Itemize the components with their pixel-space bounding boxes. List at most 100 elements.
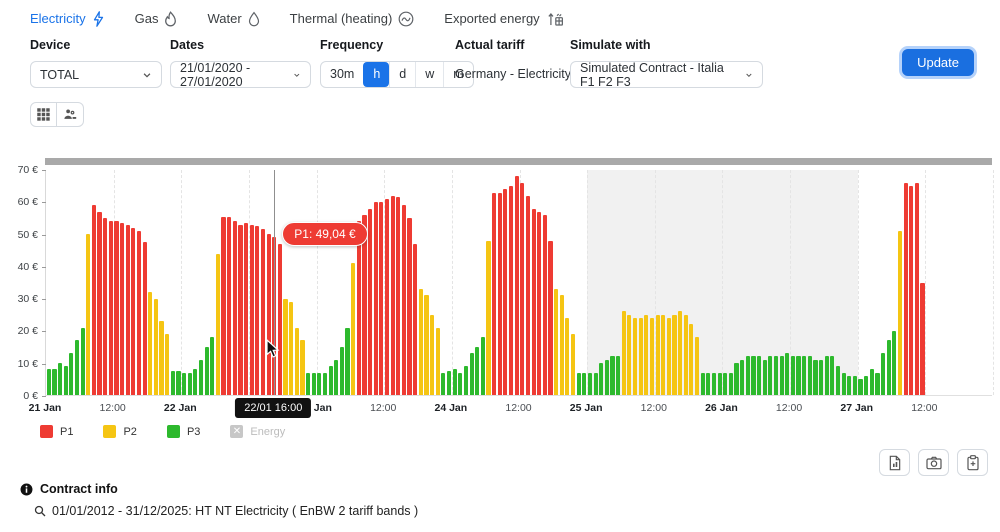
bar-p2[interactable] (430, 314, 435, 395)
bar-p3[interactable] (322, 372, 328, 395)
bar-p3[interactable] (610, 356, 615, 395)
bar-p1[interactable] (396, 197, 401, 395)
bar-p1[interactable] (238, 224, 243, 395)
bar-p3[interactable] (802, 356, 807, 395)
bar-p1[interactable] (97, 211, 102, 395)
bar-p1[interactable] (120, 223, 125, 395)
bar-p3[interactable] (193, 369, 198, 395)
bar-p3[interactable] (458, 372, 463, 395)
bar-p3[interactable] (616, 356, 621, 395)
magnifier-icon[interactable] (34, 505, 46, 517)
chart-view-button[interactable] (57, 102, 84, 127)
bar-p2[interactable] (655, 314, 660, 395)
bar-p3[interactable] (700, 372, 705, 395)
bar-p3[interactable] (880, 353, 886, 395)
bar-p3[interactable] (599, 362, 604, 395)
tab-water[interactable]: Water (207, 11, 259, 27)
bar-p3[interactable] (582, 372, 587, 395)
bar-p3[interactable] (824, 356, 829, 395)
bar-p1[interactable] (142, 242, 147, 395)
bar-p3[interactable] (317, 372, 322, 395)
bar-p3[interactable] (841, 372, 846, 395)
bar-p2[interactable] (897, 231, 903, 395)
legend-item-p1[interactable]: P1 (40, 425, 73, 438)
bar-p3[interactable] (785, 353, 790, 395)
bar-p1[interactable] (221, 216, 226, 395)
bar-p1[interactable] (136, 231, 142, 395)
bar-p1[interactable] (508, 186, 514, 395)
bar-p3[interactable] (210, 337, 215, 395)
bar-p1[interactable] (108, 221, 113, 395)
bar-p3[interactable] (734, 362, 739, 395)
bar-p1[interactable] (227, 216, 232, 395)
export-data-button[interactable] (957, 449, 988, 476)
export-file-button[interactable] (879, 449, 910, 476)
bar-p2[interactable] (289, 301, 294, 395)
bar-p2[interactable] (672, 314, 677, 395)
frequency-option-w[interactable]: w (415, 62, 443, 87)
bar-p1[interactable] (525, 195, 531, 395)
bar-p2[interactable] (424, 295, 429, 395)
bar-p3[interactable] (74, 340, 80, 395)
bar-p2[interactable] (694, 337, 700, 395)
bar-p3[interactable] (441, 372, 446, 395)
bar-p3[interactable] (869, 369, 874, 395)
bar-p3[interactable] (80, 327, 85, 395)
bar-p1[interactable] (368, 208, 373, 395)
legend-item-energy[interactable]: ✕ Energy (230, 425, 285, 438)
frequency-option-d[interactable]: d (389, 62, 415, 87)
table-view-button[interactable] (30, 102, 57, 127)
bar-p2[interactable] (683, 314, 688, 395)
bar-p3[interactable] (306, 372, 311, 395)
bar-p1[interactable] (244, 223, 249, 395)
bar-p3[interactable] (892, 330, 897, 395)
legend-item-p2[interactable]: P2 (103, 425, 137, 438)
simulate-with-select[interactable]: Simulated Contract - Italia F1 F2 F3 (570, 61, 763, 89)
bar-p3[interactable] (835, 366, 841, 395)
bar-p3[interactable] (480, 337, 485, 395)
tab-thermal-heating-[interactable]: Thermal (heating) (290, 11, 415, 27)
bar-p3[interactable] (204, 346, 209, 395)
dates-select[interactable]: 21/01/2020 - 27/01/2020 (170, 61, 311, 89)
bar-p2[interactable] (435, 327, 440, 395)
bar-p3[interactable] (170, 370, 175, 395)
bar-p1[interactable] (356, 221, 361, 395)
bar-p3[interactable] (334, 359, 339, 395)
bar-p3[interactable] (469, 353, 474, 395)
bar-p2[interactable] (283, 298, 288, 395)
bar-p2[interactable] (148, 292, 153, 395)
bar-p1[interactable] (114, 221, 119, 395)
bar-p3[interactable] (830, 356, 835, 395)
bar-p3[interactable] (762, 359, 767, 395)
bar-p2[interactable] (666, 317, 671, 395)
bar-p1[interactable] (384, 198, 390, 395)
bar-p1[interactable] (277, 243, 282, 395)
bar-p2[interactable] (570, 333, 576, 395)
bar-p3[interactable] (847, 375, 852, 395)
bar-p3[interactable] (345, 327, 350, 395)
bar-p2[interactable] (649, 317, 655, 395)
bar-p3[interactable] (852, 375, 857, 395)
bar-p3[interactable] (452, 369, 457, 395)
bar-p2[interactable] (153, 298, 158, 395)
bar-p3[interactable] (176, 370, 181, 395)
bar-p3[interactable] (587, 372, 593, 395)
bar-p2[interactable] (294, 327, 299, 395)
legend-item-p3[interactable]: P3 (166, 425, 200, 438)
bar-p1[interactable] (503, 189, 508, 395)
bar-p1[interactable] (266, 234, 271, 395)
bar-p3[interactable] (790, 356, 795, 395)
bar-p2[interactable] (418, 288, 423, 395)
bar-p2[interactable] (638, 317, 643, 395)
bar-p3[interactable] (604, 359, 609, 395)
bar-p3[interactable] (69, 353, 74, 395)
bar-p3[interactable] (768, 356, 773, 395)
bar-p3[interactable] (463, 366, 469, 395)
bar-p1[interactable] (91, 205, 96, 395)
bar-p1[interactable] (920, 282, 925, 395)
bar-p1[interactable] (103, 218, 108, 395)
bar-p3[interactable] (740, 359, 745, 395)
bar-p2[interactable] (632, 317, 638, 395)
bar-p2[interactable] (559, 295, 564, 395)
bar-p3[interactable] (58, 362, 63, 395)
